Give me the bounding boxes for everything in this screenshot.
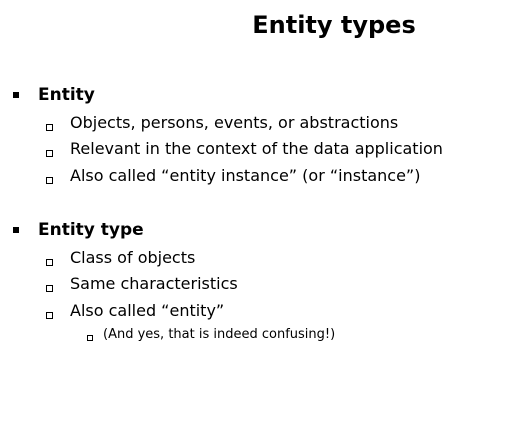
sub-list-item: (And yes, that is indeed confusing!) xyxy=(103,327,336,342)
hollow-square-bullet-icon xyxy=(46,124,53,131)
slide: Entity types Entity Objects, persons, ev… xyxy=(0,0,523,441)
list-item: Objects, persons, events, or abstraction… xyxy=(70,113,399,132)
list-item: Also called “entity instance” (or “insta… xyxy=(70,166,421,185)
hollow-square-bullet-icon xyxy=(46,150,53,157)
list-item: Class of objects xyxy=(70,248,196,267)
hollow-square-bullet-icon xyxy=(46,259,53,266)
list-item: Also called “entity” xyxy=(70,301,225,320)
slide-title: Entity types xyxy=(252,11,416,39)
square-bullet-icon xyxy=(13,227,19,233)
section-heading-entity: Entity xyxy=(38,85,95,105)
hollow-square-bullet-icon xyxy=(87,335,93,341)
list-item: Same characteristics xyxy=(70,274,238,293)
list-item: Relevant in the context of the data appl… xyxy=(70,139,443,158)
hollow-square-bullet-icon xyxy=(46,177,53,184)
square-bullet-icon xyxy=(13,92,19,98)
hollow-square-bullet-icon xyxy=(46,285,53,292)
hollow-square-bullet-icon xyxy=(46,312,53,319)
section-heading-entity-type: Entity type xyxy=(38,220,144,240)
